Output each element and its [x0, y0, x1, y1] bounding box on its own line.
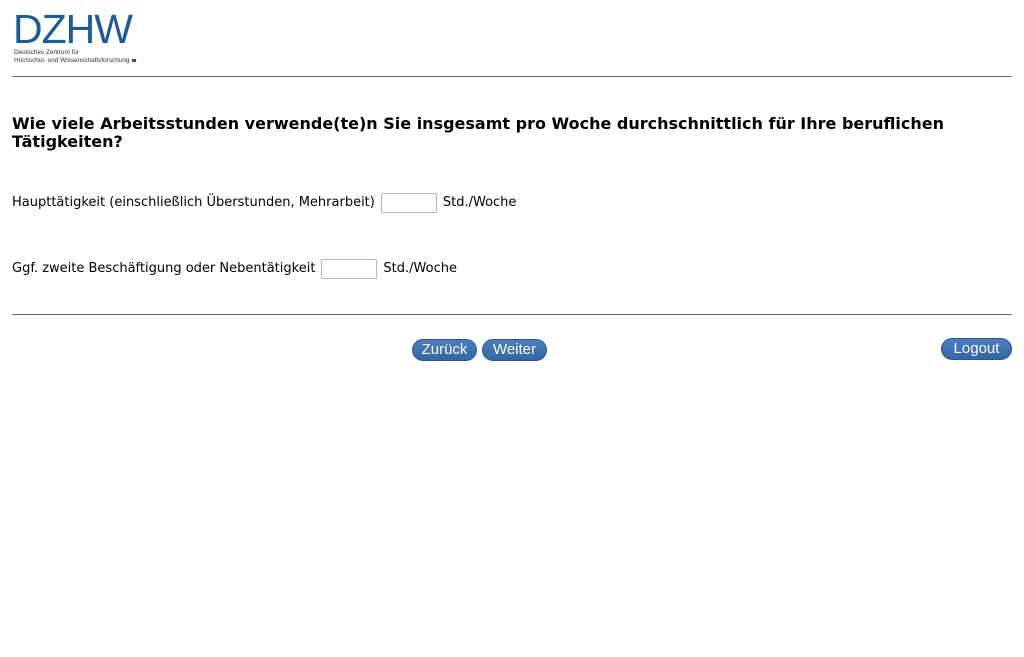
side-job-hours-unit: Std./Woche	[383, 261, 457, 276]
header-divider	[12, 76, 1012, 77]
question-text: Wie viele Arbeitsstunden verwende(te)n S…	[12, 114, 944, 151]
survey-page: DZHW Deutsches Zentrum für Hochschul- un…	[0, 0, 1024, 657]
footer-divider	[12, 314, 1012, 315]
logo-line-2-text: Hochschul- und Wissenschaftsforschung	[14, 57, 130, 64]
back-button[interactable]: Zurück	[412, 339, 477, 361]
dzhw-logo: DZHW Deutsches Zentrum für Hochschul- un…	[13, 9, 148, 69]
logout-button[interactable]: Logout	[941, 338, 1012, 360]
main-job-hours-unit: Std./Woche	[442, 195, 517, 210]
main-job-hours-row: Haupttätigkeit (einschließlich Überstund…	[12, 191, 516, 215]
logo-line-1: Deutsches Zentrum für	[14, 49, 79, 56]
side-job-hours-input[interactable]	[321, 259, 378, 279]
main-job-hours-input[interactable]	[380, 193, 437, 213]
next-button[interactable]: Weiter	[482, 339, 547, 361]
logo-mark: DZHW	[13, 6, 133, 52]
logo-line-2: Hochschul- und Wissenschaftsforschung	[14, 57, 137, 65]
side-job-hours-row: Ggf. zweite Beschäftigung oder Nebentäti…	[12, 257, 457, 281]
logo-dot-icon	[132, 58, 137, 62]
side-job-hours-label: Ggf. zweite Beschäftigung oder Nebentäti…	[12, 261, 316, 276]
main-job-hours-label: Haupttätigkeit (einschließlich Überstund…	[12, 195, 375, 210]
